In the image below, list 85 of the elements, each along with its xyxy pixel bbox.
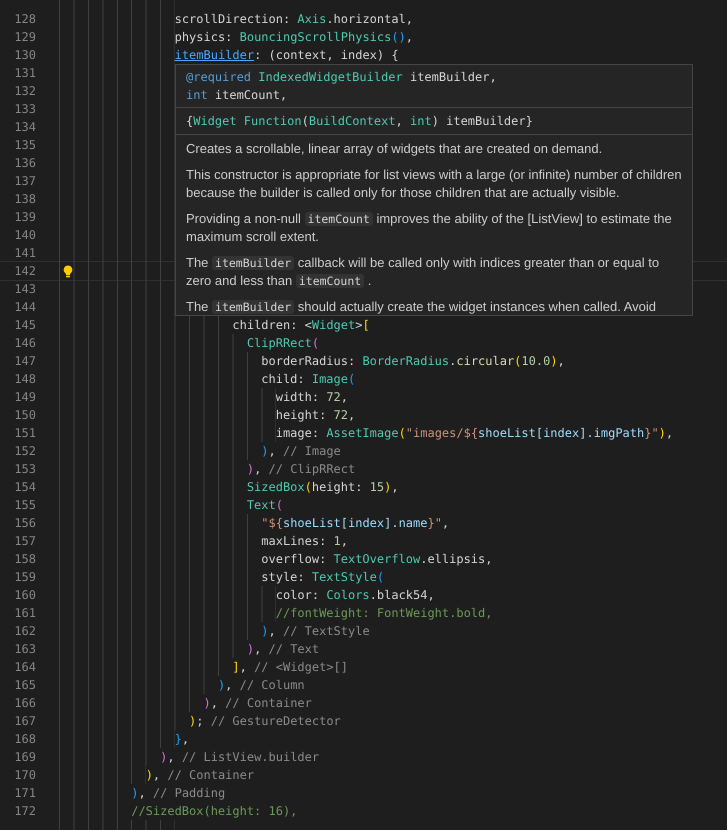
code-line: style: TextStyle( — [261, 569, 384, 586]
code-line: height: 72, — [276, 407, 356, 424]
code-line: maxLines: 1, — [261, 533, 348, 550]
line-number: 129 — [13, 29, 37, 46]
line-number: 136 — [13, 155, 37, 172]
code-line: ), // ClipRRect — [246, 461, 356, 478]
line-number: 163 — [13, 641, 37, 658]
signature-line: int itemCount, — [186, 87, 288, 104]
line-number: 152 — [13, 443, 37, 460]
line-number: 156 — [13, 515, 37, 532]
line-number: 141 — [13, 245, 37, 262]
code-line: ), // Container — [146, 767, 254, 784]
code-line: Text( — [246, 497, 283, 514]
code-line: ClipRRect( — [246, 335, 320, 352]
line-number: 132 — [13, 83, 37, 100]
line-number: 150 — [13, 407, 37, 424]
line-number: 133 — [13, 101, 37, 118]
doc-paragraph: The itemBuilder should actually create the widget instances when called. Avoid — [186, 298, 658, 315]
line-number: 160 — [13, 587, 37, 604]
line-number: 167 — [13, 713, 37, 730]
line-number: 161 — [13, 605, 37, 622]
line-number: 128 — [13, 11, 37, 28]
line-number: 138 — [13, 191, 37, 208]
code-line: borderRadius: BorderRadius.circular(10.0), — [261, 353, 565, 370]
line-number: 162 — [13, 623, 37, 640]
code-line: ), // TextStyle — [261, 623, 370, 640]
line-number: 169 — [13, 749, 37, 766]
line-number: 166 — [13, 695, 37, 712]
doc-paragraph: This constructor is appropriate for list views with a large (or infinite) number of children because the builder is called only for those children that are actually visible. — [186, 166, 683, 202]
line-number: 148 — [13, 371, 37, 388]
line-number: 154 — [13, 479, 37, 496]
code-line: }, — [174, 731, 190, 748]
type-signature: {Widget Function(BuildContext, int) itemBuilder} — [186, 113, 534, 130]
code-line: scrollDirection: Axis.horizontal, — [174, 11, 414, 28]
line-number: 147 — [13, 353, 37, 370]
code-line: SizedBox(height: 15), — [246, 479, 399, 496]
code-line: ), // Text — [246, 641, 320, 658]
lightbulb-icon[interactable] — [62, 265, 74, 278]
line-number: 149 — [13, 389, 37, 406]
line-number: 157 — [13, 533, 37, 550]
code-line: ), // Container — [203, 695, 312, 712]
line-number: 171 — [13, 785, 37, 802]
line-number: 142 — [13, 263, 37, 280]
line-number: 143 — [13, 281, 37, 298]
code-line: ), // Column — [218, 677, 305, 694]
line-number: 137 — [13, 173, 37, 190]
line-number: 172 — [13, 803, 37, 820]
line-number: 170 — [13, 767, 37, 784]
doc-paragraph: The itemBuilder callback will be called only with indices greater than or equal to zero and less than itemCount . — [186, 254, 660, 290]
line-number: 139 — [13, 209, 37, 226]
line-number: 131 — [13, 65, 37, 82]
line-number: 153 — [13, 461, 37, 478]
code-line: itemBuilder: (context, index) { — [174, 47, 399, 64]
line-number: 155 — [13, 497, 37, 514]
code-line: //fontWeight: FontWeight.bold, — [276, 605, 492, 622]
line-number: 146 — [13, 335, 37, 352]
line-number: 151 — [13, 425, 37, 442]
line-number: 145 — [13, 317, 37, 334]
code-line: children: <Widget>[ — [232, 317, 370, 334]
code-line: "${shoeList[index].name}", — [261, 515, 450, 532]
line-number: 158 — [13, 551, 37, 568]
line-number: 144 — [13, 299, 37, 316]
code-line: overflow: TextOverflow.ellipsis, — [261, 551, 492, 568]
code-line: ), // Padding — [131, 785, 226, 802]
code-line: color: Colors.black54, — [276, 587, 435, 604]
code-line: ), // ListView.builder — [160, 749, 320, 766]
line-number: 135 — [13, 137, 37, 154]
doc-paragraph: Providing a non-null itemCount improves the ability of the [ListView] to estimate the maximum scroll extent. — [186, 210, 673, 246]
line-number: 159 — [13, 569, 37, 586]
line-number: 140 — [13, 227, 37, 244]
code-line: ); // GestureDetector — [189, 713, 341, 730]
code-line: child: Image( — [261, 371, 356, 388]
line-number: 165 — [13, 677, 37, 694]
doc-paragraph: Creates a scrollable, linear array of widgets that are created on demand. — [186, 140, 604, 158]
line-number: 134 — [13, 119, 37, 136]
line-number: 164 — [13, 659, 37, 676]
code-line: physics: BouncingScrollPhysics(), — [174, 29, 414, 46]
line-number: 130 — [13, 47, 37, 64]
line-number: 168 — [13, 731, 37, 748]
code-line: ), // Image — [261, 443, 341, 460]
code-line: //SizedBox(height: 16), — [131, 803, 298, 820]
code-line: width: 72, — [276, 389, 348, 406]
signature-line: @required IndexedWidgetBuilder itemBuilder, — [186, 69, 498, 86]
code-line: ], // <Widget>[] — [232, 659, 348, 676]
code-line: image: AssetImage("images/${shoeList[index].imgPath}"), — [276, 425, 674, 442]
